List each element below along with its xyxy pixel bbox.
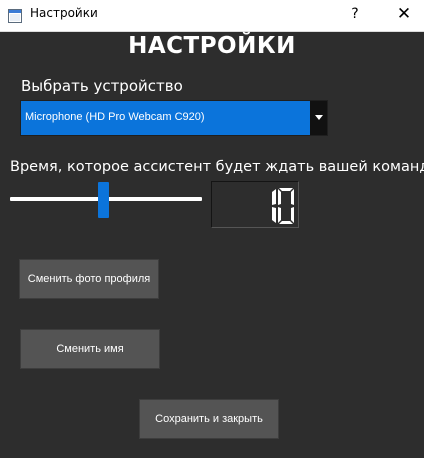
change-name-button[interactable]: Сменить имя xyxy=(20,329,160,369)
chevron-down-icon xyxy=(315,115,323,120)
settings-window: Настройки ? ✕ НАСТРОЙКИ Выбрать устройст… xyxy=(0,0,424,458)
dropdown-button[interactable] xyxy=(310,101,327,135)
wait-time-label: Время, которое ассистент будет ждать ваш… xyxy=(10,159,424,175)
device-select[interactable]: Microphone (HD Pro Webcam C920) xyxy=(20,100,328,136)
help-button[interactable]: ? xyxy=(337,0,373,31)
device-label: Выбрать устройство xyxy=(21,77,183,95)
close-button[interactable]: ✕ xyxy=(384,0,424,31)
slider-handle[interactable] xyxy=(98,182,109,218)
wait-time-slider[interactable] xyxy=(10,182,202,218)
window-icon xyxy=(8,8,22,23)
wait-time-display: 10 xyxy=(211,181,299,228)
page-title: НАСТРОЙКИ xyxy=(128,33,296,59)
window-title: Настройки xyxy=(30,6,98,20)
change-photo-button[interactable]: Сменить фото профиля xyxy=(19,259,159,299)
save-close-button[interactable]: Сохранить и закрыть xyxy=(139,399,279,439)
lcd-digits xyxy=(272,188,294,224)
device-select-value: Microphone (HD Pro Webcam C920) xyxy=(25,111,205,123)
title-bar[interactable]: Настройки ? ✕ xyxy=(0,0,424,32)
